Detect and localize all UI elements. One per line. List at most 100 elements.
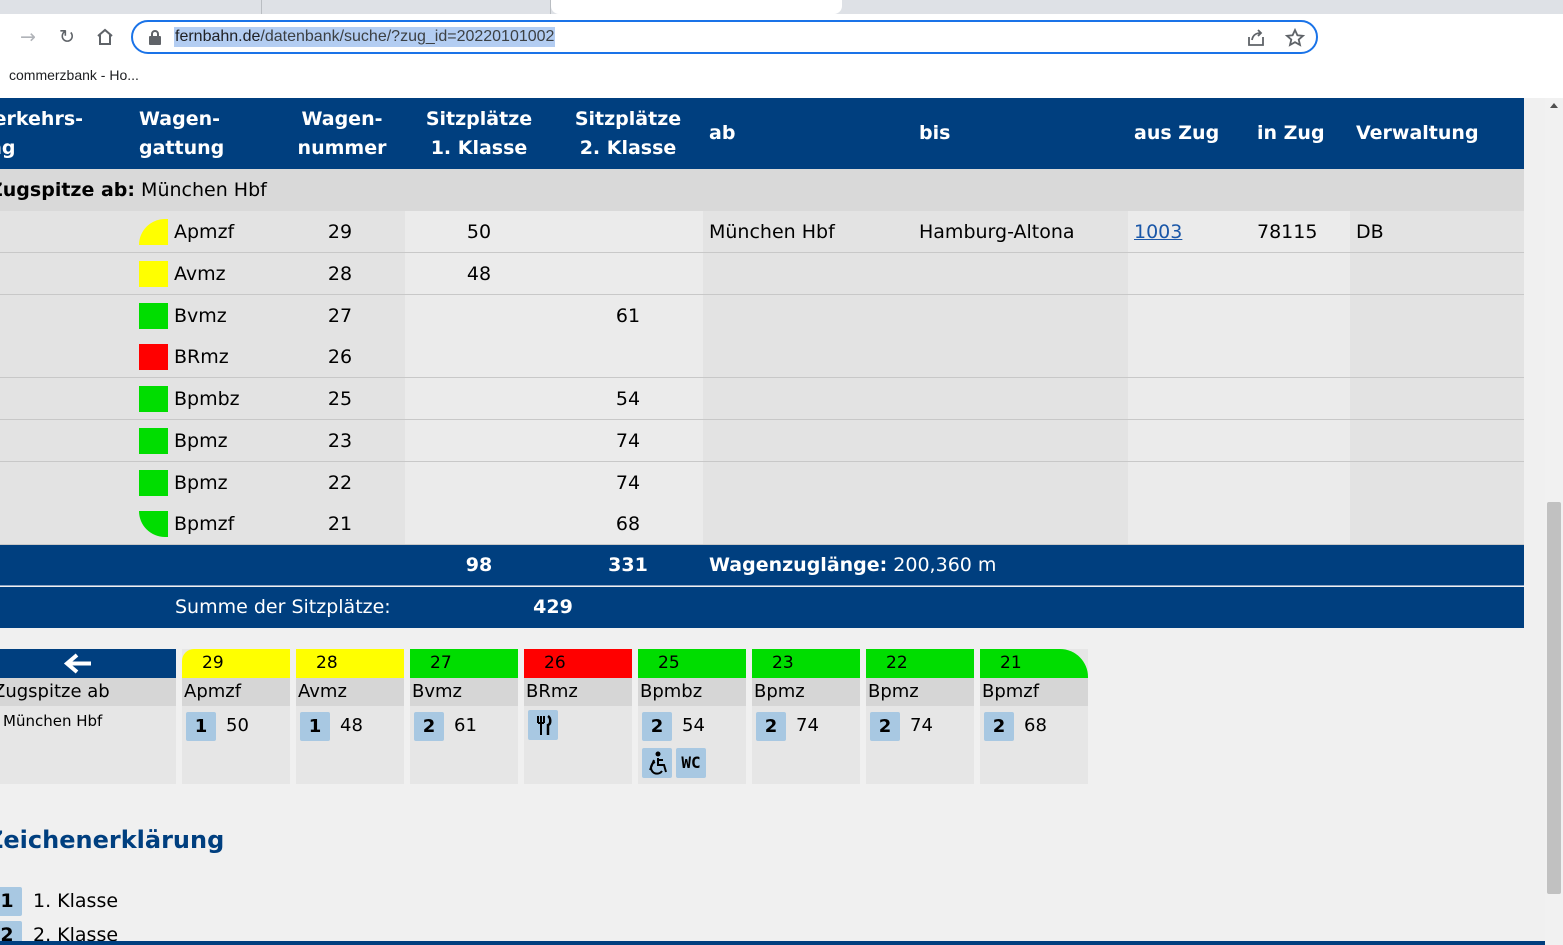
wagennummer: 22: [327, 471, 353, 494]
forward-icon[interactable]: →: [15, 24, 41, 50]
url-text[interactable]: fernbahn.de/datenbank/suche/?zug_id=2022…: [174, 27, 556, 47]
wagon-number: 27: [430, 653, 452, 673]
wagon-color-marker: [139, 260, 168, 287]
home-icon[interactable]: [92, 24, 118, 50]
bookmark-item[interactable]: commerzbank - Ho...: [9, 67, 139, 83]
seat-count: 48: [340, 715, 363, 736]
wagon-card[interactable]: 28 Avmz 1 48: [296, 649, 404, 784]
wagon-color-marker: [139, 469, 168, 496]
scrollbar[interactable]: [1545, 98, 1563, 945]
table-row: Bvmz 27 61: [0, 294, 1524, 337]
wagon-color-marker: [139, 386, 168, 412]
table-row: BRmz 26: [0, 336, 1524, 379]
wagengattung: Bpmzf: [174, 513, 235, 536]
wagon-card[interactable]: 21 Bpmzf 2 68: [980, 649, 1088, 784]
zugspitze-label: Zugspitze ab:: [0, 179, 135, 201]
sitzplaetze-1-klasse: [405, 420, 553, 461]
legend-item: 1 1. Klasse: [0, 887, 118, 916]
wagon-number: 22: [886, 653, 908, 673]
wagennummer: 25: [327, 388, 353, 410]
summe-label: Summe der Sitzplätze:: [175, 596, 391, 618]
wagengattung: Bpmz: [174, 471, 228, 494]
class-badge: 1: [186, 712, 216, 741]
bookmark-star-icon[interactable]: [1284, 27, 1306, 49]
wagon-color-marker: [139, 302, 168, 329]
wagon-gattung: Apmzf: [182, 678, 290, 706]
seat-count: 74: [910, 715, 933, 736]
bookmarks-bar: commerzbank - Ho...: [0, 59, 1563, 98]
sitzplaetze-2-klasse: 61: [615, 304, 641, 327]
wagengattung: Bpmbz: [174, 388, 240, 410]
scrollbar-thumb[interactable]: [1547, 502, 1561, 894]
wagon-number: 26: [544, 653, 566, 673]
wagennummer: 27: [327, 304, 353, 327]
wagon-card[interactable]: 23 Bpmz 2 74: [752, 649, 860, 784]
wagon-card[interactable]: 25 Bpmbz 2 54 WC: [638, 649, 746, 784]
url-path: /datenbank/suche/?zug_id=20220101002: [260, 28, 555, 45]
browser-tab[interactable]: [262, 0, 551, 14]
scroll-up-icon[interactable]: [1550, 103, 1558, 108]
wagon-number: 29: [202, 653, 224, 673]
sitzplaetze-1-klasse: 48: [466, 262, 492, 285]
wagennummer: 21: [327, 513, 353, 536]
wagon-number-bar: 27: [410, 649, 518, 678]
table-row: Bpmz 23 74: [0, 419, 1524, 462]
share-icon[interactable]: [1245, 27, 1267, 49]
browser-tab-active[interactable]: [551, 0, 842, 14]
browser-tab[interactable]: [0, 0, 262, 14]
sitzplaetze-1-klasse: 50: [466, 221, 492, 243]
wagon-number-bar: 23: [752, 649, 860, 678]
wagon-gattung: Avmz: [296, 678, 404, 706]
reload-icon[interactable]: ↻: [54, 24, 80, 50]
header-sitzplaetze-2: Sitzplätze 2. Klasse: [574, 107, 682, 159]
wagon-gattung: Bpmzf: [980, 678, 1088, 706]
sitzplaetze-2-klasse: [553, 211, 703, 252]
sum-1-klasse: 98: [465, 554, 493, 576]
wagengattung: Avmz: [174, 262, 226, 285]
wagon-seats: 2 61: [414, 712, 477, 741]
summe-value: 429: [533, 596, 573, 618]
url-host: fernbahn.de: [175, 28, 261, 45]
header-sitzplaetze-1: Sitzplätze 1. Klasse: [425, 107, 533, 159]
sitzplaetze-1-klasse: [405, 295, 553, 336]
in-zug: 78115: [1257, 221, 1318, 243]
address-bar[interactable]: fernbahn.de/datenbank/suche/?zug_id=2022…: [131, 20, 1318, 54]
class-badge: 1: [300, 712, 330, 741]
wagon-card[interactable]: 26 BRmz: [524, 649, 632, 784]
wagon-card[interactable]: 22 Bpmz 2 74: [866, 649, 974, 784]
table-row: Bpmzf 21 68: [0, 503, 1524, 546]
sitzplaetze-2-klasse: [553, 253, 703, 294]
table-row: Avmz 28 48: [0, 252, 1524, 295]
wagon-number-bar: 26: [524, 649, 632, 678]
class-badge: 2: [756, 712, 786, 741]
sitzplaetze-1-klasse: [405, 462, 553, 503]
header-wagengattung: Wagen- gattung: [139, 107, 225, 159]
class-badge: 2: [414, 712, 444, 741]
zugspitze-row: Zugspitze ab: München Hbf: [0, 169, 1524, 211]
wagon-seats: 1 50: [186, 712, 249, 741]
wagengattung: Bpmz: [174, 429, 228, 452]
sitzplaetze-2-klasse: 54: [615, 388, 641, 410]
wagon-number-bar: 21: [980, 649, 1088, 678]
wagon-number: 25: [658, 653, 680, 673]
wagennummer: 28: [327, 262, 353, 285]
sitzplaetze-2-klasse: 74: [615, 471, 641, 494]
wagengattung: BRmz: [174, 346, 229, 369]
wagenzuglaenge-value: 200,360 m: [893, 554, 997, 576]
wagon-card[interactable]: 29 Apmzf 1 50: [182, 649, 290, 784]
bis-station: Hamburg-Altona: [919, 221, 1075, 243]
seat-count: 50: [226, 715, 249, 736]
sitzplaetze-1-klasse: [405, 378, 553, 419]
wc-icon: WC: [676, 748, 706, 778]
wagon-gattung: BRmz: [524, 678, 632, 706]
wagon-number: 23: [772, 653, 794, 673]
aus-zug-link[interactable]: 1003: [1134, 211, 1182, 252]
header-verwaltung: Verwaltung: [1356, 122, 1479, 144]
diagram-station: München Hbf: [3, 712, 103, 730]
wagon-number-bar: 28: [296, 649, 404, 678]
seat-count: 74: [796, 715, 819, 736]
table-row: Apmzf 29 50 München Hbf Hamburg-Altona 1003 78…: [0, 211, 1524, 253]
wagon-card[interactable]: 27 Bvmz 2 61: [410, 649, 518, 784]
direction-arrow[interactable]: [0, 649, 176, 678]
wagon-seats: 2 74: [870, 712, 933, 741]
